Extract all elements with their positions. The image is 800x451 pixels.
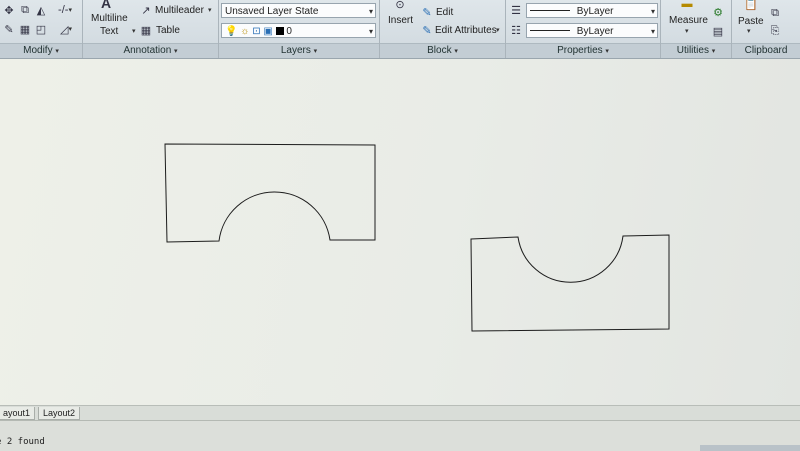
current-layer-value: 0: [286, 26, 292, 37]
edit-attributes-icon[interactable]: ✎: [420, 23, 434, 37]
multileader-icon[interactable]: ↗: [139, 3, 153, 17]
paste-special-icon[interactable]: ⎘: [768, 24, 782, 38]
edit-block-icon[interactable]: ✎: [420, 5, 434, 19]
table-icon[interactable]: ▦: [139, 23, 153, 37]
chevron-down-icon: ▾: [650, 27, 655, 36]
drawing-shape-arch[interactable]: [164, 143, 376, 243]
move-icon[interactable]: ✥: [2, 3, 16, 17]
line-sample: [530, 10, 570, 11]
calculator-icon[interactable]: ▤: [711, 24, 725, 38]
line-sample: [530, 30, 570, 31]
multiline-text-label[interactable]: Multiline: [91, 13, 128, 24]
command-history-text: e 2 found: [0, 437, 45, 447]
clipboard-panel-title[interactable]: Clipboard: [732, 43, 800, 58]
modify-panel: ✥ ⧉ ◭ -/- ▾ ✎ ▦ ◰ ◿ ▾ Modify ▾: [0, 0, 83, 58]
paste-icon[interactable]: 📋: [742, 0, 760, 11]
tab-layout2[interactable]: Layout2: [38, 407, 81, 420]
multiline-text-icon[interactable]: A: [99, 0, 113, 11]
properties-panel: ☰ ByLayer ▾ ☷ ByLayer ▾ Properties ▾: [506, 0, 661, 58]
multiline-text-label-2[interactable]: Text: [100, 26, 118, 37]
insert-button[interactable]: Insert: [388, 15, 413, 26]
copy-icon[interactable]: ⧉: [768, 6, 782, 20]
chevron-down-icon: ▾: [368, 7, 373, 16]
clipboard-panel: 📋 Paste ▾ ⧉ ⎘ Clipboard: [732, 0, 800, 58]
paste-dropdown[interactable]: ▾: [747, 27, 751, 35]
command-line[interactable]: e 2 found: [0, 420, 800, 451]
scale-icon[interactable]: ◰: [34, 22, 48, 36]
linetype-value: ByLayer: [576, 26, 614, 37]
lightbulb-icon: 💡: [225, 26, 238, 37]
block-panel-title[interactable]: Block ▾: [380, 43, 505, 58]
linetype-dropdown[interactable]: ByLayer ▾: [526, 23, 658, 38]
measure-icon[interactable]: ▬: [677, 0, 697, 11]
measure-button[interactable]: Measure: [669, 15, 708, 26]
edit-block-button[interactable]: Edit: [436, 7, 453, 18]
sun-icon: ☼: [240, 26, 250, 37]
layout-tabs-bar: ayout1 Layout2: [0, 405, 800, 420]
linetype-icon: ☷: [511, 24, 521, 37]
multiline-text-dropdown[interactable]: ▾: [132, 27, 136, 35]
edit-attributes-button[interactable]: Edit Attributes: [435, 25, 497, 36]
annotation-panel: A Multiline Text ▾ ↗ Multileader ▾ ▦ Tab…: [83, 0, 219, 58]
drawing-svg: [164, 143, 670, 332]
layer-dropdown[interactable]: 💡 ☼ ⊡ ▣ 0 ▾: [221, 23, 376, 38]
measure-dropdown[interactable]: ▾: [685, 27, 689, 35]
block-panel: ⊙ Insert ✎ Edit ✎ Edit Attributes ▾ Bloc…: [380, 0, 506, 58]
drawing-shape-u-notch[interactable]: [470, 234, 670, 332]
chevron-down-icon: ▾: [650, 7, 655, 16]
edit-attributes-dropdown[interactable]: ▾: [496, 26, 500, 34]
plot-icon: ▣: [263, 26, 273, 37]
layer-state-dropdown[interactable]: Unsaved Layer State ▾: [221, 3, 376, 18]
modify-panel-title[interactable]: Modify ▾: [0, 43, 82, 58]
trim-icon[interactable]: -/- ▾: [52, 3, 78, 17]
lineweight-value: ByLayer: [576, 6, 614, 17]
annotation-panel-title[interactable]: Annotation ▾: [83, 43, 218, 58]
fillet-icon[interactable]: ◿ ▾: [54, 22, 78, 36]
utilities-panel: ▬ Measure ▾ ⚙ ▤ Utilities ▾: [661, 0, 732, 58]
chevron-down-icon: ▾: [368, 27, 373, 36]
paste-button[interactable]: Paste: [738, 16, 764, 27]
multileader-button[interactable]: Multileader: [155, 5, 204, 16]
mirror-icon[interactable]: ◭: [34, 3, 48, 17]
lock-icon: ⊡: [252, 26, 261, 37]
multileader-dropdown[interactable]: ▾: [208, 6, 212, 14]
tab-layout1[interactable]: ayout1: [0, 407, 36, 420]
lineweight-dropdown[interactable]: ByLayer ▾: [526, 3, 658, 18]
array-icon[interactable]: ▦: [18, 22, 32, 36]
insert-block-icon[interactable]: ⊙: [390, 0, 410, 11]
quick-select-icon[interactable]: ⚙: [711, 5, 725, 19]
layer-state-value: Unsaved Layer State: [225, 6, 319, 17]
utilities-panel-title[interactable]: Utilities ▾: [661, 43, 731, 58]
ribbon: ✥ ⧉ ◭ -/- ▾ ✎ ▦ ◰ ◿ ▾ Modify ▾ A Multili…: [0, 0, 800, 59]
color-swatch-icon: [275, 27, 284, 35]
status-bar-edge: [700, 445, 800, 451]
drawing-canvas[interactable]: [0, 59, 800, 405]
copy-objects-icon[interactable]: ⧉: [18, 3, 32, 17]
layers-panel: Unsaved Layer State ▾ 💡 ☼ ⊡ ▣ 0 ▾ Layers …: [219, 0, 380, 58]
properties-panel-title[interactable]: Properties ▾: [506, 43, 660, 58]
pencil-icon[interactable]: ✎: [2, 22, 16, 36]
layers-panel-title[interactable]: Layers ▾: [219, 43, 379, 58]
lineweight-icon: ☰: [511, 4, 521, 17]
table-button[interactable]: Table: [156, 25, 180, 36]
